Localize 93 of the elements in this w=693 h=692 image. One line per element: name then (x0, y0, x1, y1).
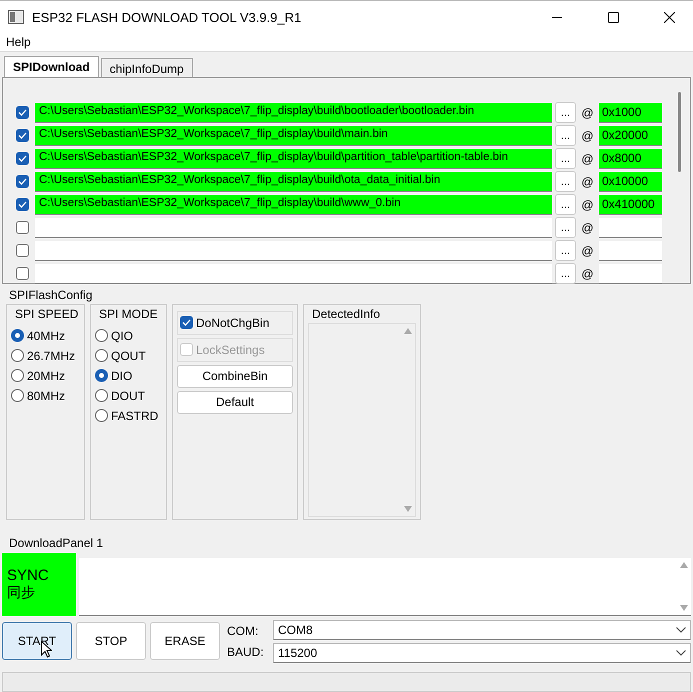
minimize-icon[interactable] (552, 16, 562, 18)
action-button[interactable]: ERASE (150, 622, 220, 660)
browse-button[interactable]: ... (555, 102, 576, 124)
field-label: COM: (227, 624, 260, 638)
address-field[interactable]: 0x10000 (599, 172, 662, 192)
path-field[interactable] (35, 218, 552, 238)
action-button[interactable]: START (2, 622, 72, 660)
tab[interactable]: chipInfoDump (100, 58, 193, 77)
checkbox[interactable] (16, 198, 29, 212)
action-button[interactable]: Default (177, 390, 293, 414)
checkbox[interactable] (16, 244, 29, 258)
group-title: SPI MODE (98, 306, 159, 321)
checkbox[interactable] (16, 152, 29, 166)
status-text: SYNC (7, 566, 50, 584)
radio-option[interactable]: 26.7MHz (11, 348, 80, 363)
checkbox[interactable] (16, 267, 29, 280)
check-icon (18, 108, 27, 118)
action-button[interactable]: CombineBin (177, 364, 293, 388)
at-sign: @ (580, 152, 595, 166)
at-sign: @ (580, 128, 595, 143)
scrollbar-thumb[interactable] (678, 92, 680, 172)
radio-option[interactable]: QIO (95, 328, 162, 343)
address-field[interactable]: 0x1000 (599, 102, 662, 123)
path-field[interactable] (35, 240, 552, 261)
path-field[interactable]: C:\Users\Sebastian\ESP32_Workspace\7_flip_display\build\bootloader\bootloader.bin (35, 102, 552, 123)
check-icon (18, 131, 27, 140)
browse-button[interactable]: ... (555, 171, 576, 192)
radio-button[interactable] (11, 329, 24, 342)
address-field[interactable]: 0x20000 (599, 126, 662, 146)
check-icon (182, 318, 191, 328)
group-title: DetectedInfo (311, 306, 382, 321)
radio-option[interactable]: 40MHz (11, 328, 80, 343)
radio-button[interactable] (95, 369, 108, 382)
field-label: BAUD: (227, 644, 265, 659)
radio-button[interactable] (11, 389, 24, 402)
browse-button[interactable]: ... (555, 148, 576, 170)
dropdown[interactable]: COM8 (273, 620, 691, 640)
action-button[interactable]: STOP (76, 622, 146, 660)
maximize-icon[interactable] (608, 12, 618, 22)
status-text: 同步 (7, 584, 36, 602)
checkbox-option[interactable]: DoNotChgBin (177, 310, 293, 335)
group-title: DownloadPanel 1 (8, 536, 104, 550)
radio-option[interactable]: FASTRD (95, 408, 162, 423)
check-icon (18, 177, 27, 186)
radio-button[interactable] (95, 329, 108, 342)
menu-item[interactable]: Help (6, 34, 31, 49)
radio-button[interactable] (95, 389, 108, 402)
radio-option[interactable]: DOUT (95, 388, 162, 403)
address-field[interactable] (599, 240, 662, 261)
group-title: SPI SPEED (14, 306, 80, 321)
browse-button[interactable]: ... (555, 217, 576, 238)
radio-button[interactable] (95, 349, 108, 362)
address-field[interactable] (599, 264, 662, 284)
chevron-down-icon (676, 650, 686, 656)
path-field[interactable]: C:\Users\Sebastian\ESP32_Workspace\7_flip_display\build\ota_data_initial.bin (35, 172, 552, 192)
checkbox[interactable] (16, 129, 29, 142)
dropdown[interactable]: 115200 (273, 642, 691, 663)
browse-button[interactable]: ... (555, 263, 576, 284)
browse-button[interactable]: ... (555, 240, 576, 262)
close-icon[interactable] (664, 12, 674, 22)
tab[interactable]: SPIDownload (4, 56, 99, 77)
radio-option[interactable]: DIO (95, 368, 162, 383)
radio-option[interactable]: 80MHz (11, 388, 80, 403)
browse-button[interactable]: ... (555, 125, 576, 146)
radio-button[interactable] (11, 349, 24, 362)
checkbox[interactable] (180, 316, 193, 330)
window-title: ESP32 FLASH DOWNLOAD TOOL V3.9.9_R1 (32, 10, 302, 24)
radio-option[interactable]: QOUT (95, 348, 162, 363)
at-sign: @ (580, 244, 595, 258)
check-icon (18, 154, 27, 164)
address-field[interactable]: 0x410000 (599, 194, 662, 215)
path-field[interactable] (35, 264, 552, 284)
browse-button[interactable]: ... (555, 194, 576, 216)
group-title: SPIFlashConfig (8, 288, 94, 302)
checkbox[interactable] (16, 175, 29, 188)
app-icon (8, 10, 24, 24)
address-field[interactable]: 0x8000 (599, 148, 662, 169)
at-sign: @ (580, 198, 595, 212)
path-field[interactable]: C:\Users\Sebastian\ESP32_Workspace\7_flip_display\build\main.bin (35, 126, 552, 146)
checkbox[interactable] (16, 106, 29, 120)
at-sign: @ (580, 174, 595, 189)
at-sign: @ (580, 220, 595, 235)
radio-button[interactable] (95, 409, 108, 422)
radio-button[interactable] (11, 369, 24, 382)
checkbox[interactable] (16, 221, 29, 234)
at-sign: @ (580, 266, 595, 281)
at-sign: @ (580, 106, 595, 120)
radio-option[interactable]: 20MHz (11, 368, 80, 383)
path-field[interactable]: C:\Users\Sebastian\ESP32_Workspace\7_flip_display\build\www_0.bin (35, 194, 552, 215)
chevron-down-icon (676, 626, 686, 633)
check-icon (18, 200, 27, 210)
address-field[interactable] (599, 218, 662, 238)
path-field[interactable]: C:\Users\Sebastian\ESP32_Workspace\7_flip_display\build\partition_table\partition-table.bin (35, 148, 552, 169)
